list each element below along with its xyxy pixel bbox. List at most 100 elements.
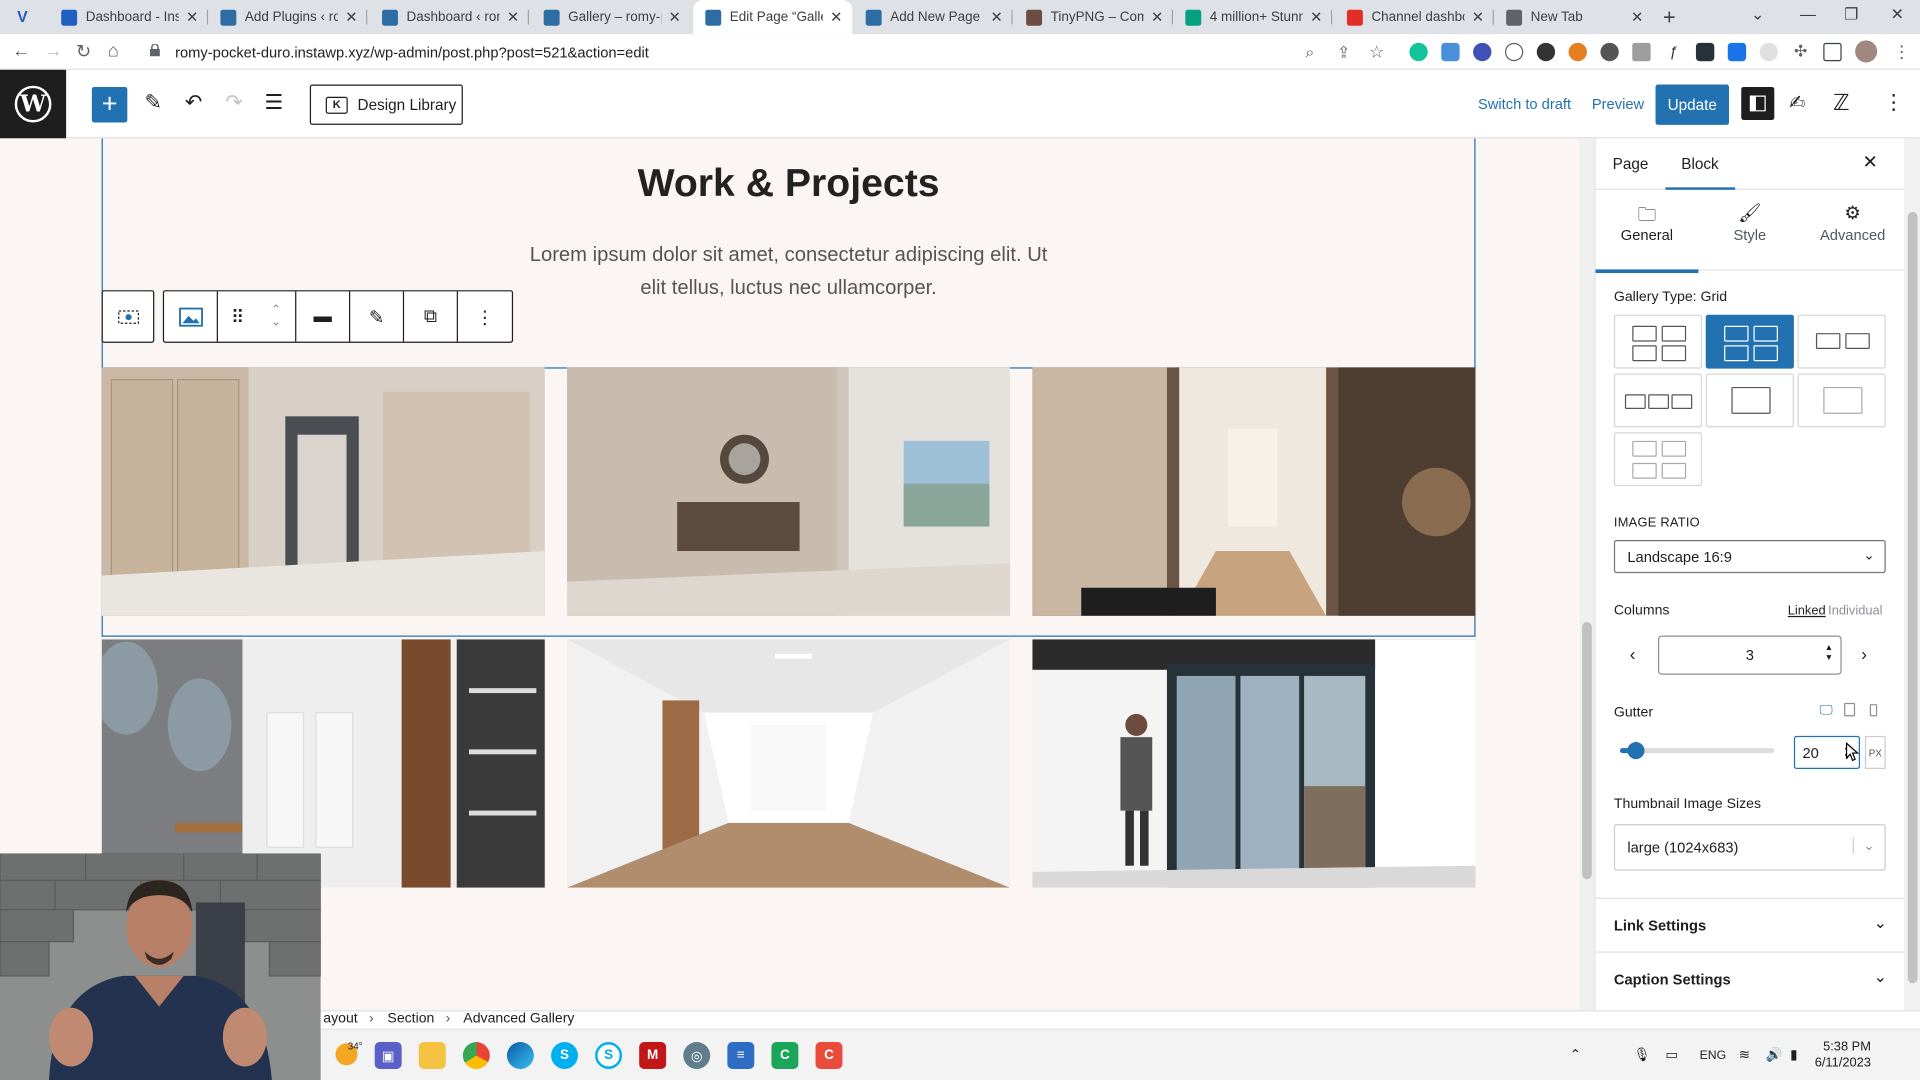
zoom-icon[interactable]: ⌕ (1305, 43, 1314, 63)
battery-icon[interactable]: ▮ (1790, 1047, 1797, 1063)
notepad-icon[interactable]: ≡ (727, 1042, 755, 1069)
switch-to-draft-button[interactable]: Switch to draft (1478, 96, 1571, 113)
gallery-image[interactable] (1032, 367, 1476, 616)
close-tab-icon[interactable]: ✕ (1472, 9, 1484, 26)
profile-avatar[interactable] (1855, 40, 1878, 63)
breadcrumb-item-layout[interactable]: ayout (323, 1011, 357, 1026)
linked-toggle[interactable]: Linked (1788, 604, 1826, 619)
document-overview-icon[interactable]: ☰ (264, 91, 283, 115)
extension-icon[interactable] (1441, 42, 1460, 62)
file-explorer-icon[interactable] (418, 1042, 446, 1069)
close-tab-icon[interactable]: ✕ (1631, 9, 1643, 26)
spinner-icon[interactable]: ▲▼ (1825, 644, 1833, 664)
align-icon[interactable]: ▬ (296, 291, 351, 342)
columns-increase-icon[interactable]: › (1861, 644, 1867, 664)
close-icon[interactable]: ✕ (1862, 151, 1877, 173)
unit-selector[interactable]: PX (1864, 735, 1886, 769)
image-ratio-select[interactable]: Landscape 16:9 ⌄ (1613, 540, 1886, 574)
close-tab-icon[interactable]: ✕ (830, 9, 842, 26)
new-tab-icon[interactable]: + (1663, 5, 1676, 31)
minimize-icon[interactable]: — (1800, 5, 1816, 23)
power-extension-icon[interactable] (1504, 42, 1524, 62)
thumbnail-size-select[interactable]: large (1024x683) ⌄ (1613, 824, 1886, 871)
canvas-scrollbar[interactable] (1579, 138, 1595, 1011)
browser-menu-icon[interactable]: ⋮ (1893, 42, 1910, 63)
redo-icon[interactable]: ↷ (225, 91, 242, 115)
columns-decrease-icon[interactable]: ‹ (1630, 644, 1636, 664)
back-icon[interactable]: ← (12, 40, 30, 61)
desktop-device-icon[interactable]: 🖵 (1820, 703, 1833, 719)
close-tab-icon[interactable]: ✕ (669, 9, 681, 26)
gallery-image[interactable] (566, 367, 1011, 616)
tab-block[interactable]: Block (1665, 156, 1734, 190)
block-options-icon[interactable]: ⋮ (458, 291, 512, 341)
gutter-slider-thumb[interactable] (1626, 742, 1645, 760)
chrome-icon[interactable] (462, 1042, 490, 1069)
extension-icon[interactable] (1759, 42, 1778, 62)
browser-tab[interactable]: TinyPNG – Comp ✕ (1014, 0, 1174, 34)
tab-general[interactable]: 🗀 General (1595, 202, 1699, 274)
browser-tab[interactable]: New Tab ✕ (1494, 0, 1653, 34)
chevron-up-icon[interactable]: ⌃ (1570, 1047, 1581, 1063)
mcafee-icon[interactable]: M (639, 1042, 667, 1069)
wordpress-logo[interactable]: W (0, 69, 67, 139)
close-tab-icon[interactable]: ✕ (991, 9, 1003, 26)
individual-toggle[interactable]: Individual (1828, 604, 1882, 619)
edit-pencil-icon[interactable]: ✎ (144, 91, 161, 115)
camtasia-recorder-icon[interactable]: C (815, 1042, 843, 1069)
maximize-icon[interactable]: ❐ (1844, 5, 1858, 25)
gallery-type-option[interactable] (1613, 373, 1703, 428)
close-window-icon[interactable]: ✕ (1891, 5, 1904, 25)
font-extension-icon[interactable]: ƒ (1664, 42, 1683, 62)
columns-input[interactable]: 3 ▲ ▼ (1657, 635, 1842, 675)
select-parent-icon[interactable] (103, 291, 153, 341)
gallery-type-option[interactable] (1613, 432, 1703, 487)
preview-button[interactable]: Preview (1592, 96, 1644, 113)
system-clock[interactable]: 5:38 PM 6/11/2023 (1815, 1040, 1871, 1072)
browser-tab[interactable]: Gallery – romy-pc ✕ (531, 0, 690, 34)
edit-gallery-icon[interactable]: ✎ (350, 291, 405, 342)
extension-icon[interactable] (1600, 42, 1619, 62)
breadcrumb-item-section[interactable]: Section (387, 1011, 434, 1026)
update-button[interactable]: Update (1655, 84, 1729, 125)
tab-page[interactable]: Page (1613, 156, 1649, 173)
share-icon[interactable]: ⇪ (1337, 43, 1350, 63)
breadcrumb-item-advanced-gallery[interactable]: Advanced Gallery (463, 1011, 574, 1026)
lead-paragraph[interactable]: Lorem ipsum dolor sit amet, consectetur … (495, 239, 1083, 305)
close-tab-icon[interactable]: ✕ (507, 9, 519, 26)
extension-icon[interactable] (1473, 42, 1492, 62)
edit-screen-icon[interactable]: ✍ (1789, 91, 1805, 115)
extension-icon[interactable] (1568, 42, 1587, 62)
gutter-slider[interactable] (1620, 742, 1775, 760)
undo-icon[interactable]: ↶ (185, 91, 202, 115)
close-tab-icon[interactable]: ✕ (345, 9, 357, 26)
url-field[interactable]: romy-pocket-duro.instawp.xyz/wp-admin/po… (175, 44, 649, 61)
forward-icon[interactable]: → (44, 40, 62, 61)
extension-icon[interactable] (1695, 42, 1715, 62)
extension-icon[interactable] (1632, 42, 1651, 62)
grammarly-extension-icon[interactable] (1409, 42, 1428, 62)
display-icon[interactable]: ▭ (1665, 1047, 1678, 1063)
wifi-icon[interactable]: ≋ (1739, 1047, 1750, 1063)
link-settings-panel[interactable]: Link Settings ⌄ (1595, 897, 1905, 952)
app-icon[interactable]: ◎ (683, 1042, 711, 1069)
gallery-type-option[interactable] (1705, 314, 1794, 369)
extension-icon[interactable] (1727, 42, 1747, 62)
sidebar-scrollbar[interactable] (1904, 138, 1920, 1011)
gallery-type-option[interactable] (1797, 373, 1886, 428)
settings-sidebar-toggle[interactable] (1741, 86, 1775, 121)
lock-icon[interactable] (149, 44, 160, 57)
home-icon[interactable]: ⌂ (108, 40, 119, 61)
gallery-type-option[interactable] (1613, 314, 1703, 369)
kadence-controls-icon[interactable]: ℤ (1833, 91, 1849, 117)
caption-settings-panel[interactable]: Caption Settings ⌄ (1595, 951, 1905, 1005)
mobile-device-icon[interactable] (1869, 704, 1878, 717)
bookmark-star-icon[interactable]: ☆ (1369, 42, 1384, 63)
design-library-button[interactable]: K Design Library (309, 84, 463, 125)
browser-tab[interactable]: Dashboard ‹ romy ✕ (370, 0, 529, 34)
browser-tab[interactable]: 4 million+ Stunni ✕ (1173, 0, 1333, 34)
options-menu-icon[interactable]: ⋮ (1883, 91, 1904, 115)
close-tab-icon[interactable]: ✕ (1310, 9, 1322, 26)
browser-tab[interactable]: Dashboard - Insta ✕ (49, 0, 209, 34)
close-tab-icon[interactable]: ✕ (186, 9, 198, 26)
